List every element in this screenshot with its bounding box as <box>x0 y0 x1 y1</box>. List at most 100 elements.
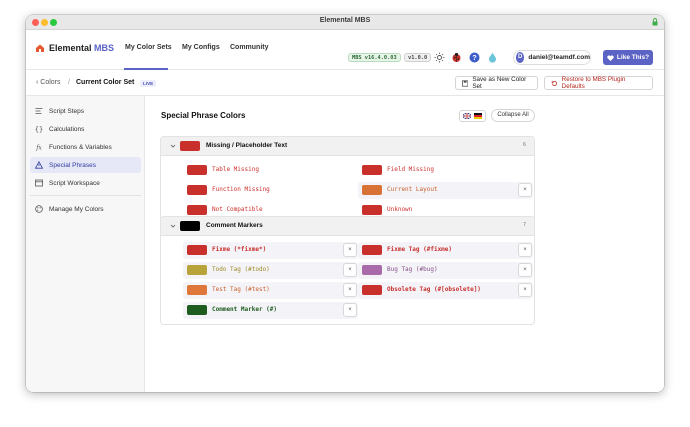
sidebar-divider <box>30 195 141 196</box>
language-toggle[interactable] <box>459 110 486 122</box>
color-swatch[interactable] <box>362 285 382 295</box>
sidebar-item-manage-colors[interactable]: Manage My Colors <box>30 201 141 217</box>
phrase-text: Field Missing <box>387 166 434 173</box>
remove-override-button[interactable]: × <box>343 303 357 317</box>
color-swatch[interactable] <box>362 265 382 275</box>
group-color-swatch[interactable] <box>180 221 200 231</box>
like-this-button[interactable]: Like This? <box>603 50 653 65</box>
sidebar-item-calculations[interactable]: {} Calculations <box>30 121 141 137</box>
color-swatch[interactable] <box>362 165 382 175</box>
drop-icon[interactable] <box>487 52 498 63</box>
phrase-text: Test Tag (#test) <box>212 286 270 293</box>
color-swatch[interactable] <box>362 245 382 255</box>
phrase-row: Current Layout × <box>358 182 533 199</box>
remove-override-button[interactable]: × <box>518 243 532 257</box>
color-swatch[interactable] <box>187 285 207 295</box>
brand-name: Elemental <box>49 43 92 53</box>
color-swatch[interactable] <box>187 165 207 175</box>
group-count: 7 <box>522 222 526 228</box>
save-icon <box>462 79 469 87</box>
remove-override-button[interactable]: × <box>343 243 357 257</box>
collapse-all-button[interactable]: Collapse All <box>491 109 535 122</box>
brand-logo[interactable]: Elemental MBS <box>35 43 114 53</box>
group-label: Missing / Placeholder Text <box>206 142 288 149</box>
phrase-row: Todo Tag (#todo) × <box>183 262 358 279</box>
group-count: 6 <box>522 142 526 148</box>
color-swatch[interactable] <box>362 185 382 195</box>
remove-override-button[interactable]: × <box>518 283 532 297</box>
save-as-new-button[interactable]: Save as New Color Set <box>455 76 538 90</box>
svg-text:?: ? <box>472 55 476 62</box>
restore-defaults-button[interactable]: Restore to MBS Plugin Defaults <box>544 76 653 90</box>
chevron-down-icon[interactable] <box>170 223 176 229</box>
group-color-swatch[interactable] <box>180 141 200 151</box>
breadcrumb: ‹ Colors / Current Color Set LIVE Save a… <box>26 70 664 96</box>
phrase-row: Fixme (*fixme*) × <box>183 242 358 259</box>
phrase-row: Comment Marker (#) × <box>183 302 358 319</box>
ladybug-icon[interactable] <box>451 52 462 63</box>
phrase-text: Unknown <box>387 206 413 213</box>
color-swatch[interactable] <box>187 205 207 215</box>
remove-override-button[interactable]: × <box>343 263 357 277</box>
window-icon <box>35 179 43 187</box>
app-version-badge: v1.0.0 <box>404 53 432 62</box>
title-bar: Elemental MBS <box>26 15 664 30</box>
like-this-label: Like This? <box>616 54 650 61</box>
warning-icon <box>35 161 43 169</box>
palette-icon <box>35 205 43 213</box>
german-flag-icon[interactable] <box>474 113 482 119</box>
phrase-row: Field Missing <box>358 162 533 179</box>
phrase-text: Current Layout <box>387 186 438 193</box>
phrase-text: Table Missing <box>212 166 259 173</box>
lock-icon <box>652 18 658 26</box>
phrase-row: Function Missing <box>183 182 358 199</box>
breadcrumb-separator: / <box>68 79 70 86</box>
group-header[interactable]: Missing / Placeholder Text 6 <box>161 137 534 156</box>
remove-override-button[interactable]: × <box>343 283 357 297</box>
phrase-text: Function Missing <box>212 186 270 193</box>
remove-override-button[interactable]: × <box>518 183 532 197</box>
user-email: daniel@teamdf.com <box>528 54 590 61</box>
page-title: Special Phrase Colors <box>161 111 246 120</box>
help-icon[interactable]: ? <box>469 52 480 63</box>
list-icon <box>35 108 43 114</box>
phrase-text: Not Compatible <box>212 206 263 213</box>
sidebar-item-script-workspace[interactable]: Script Workspace <box>30 175 141 191</box>
phrase-text: Todo Tag (#todo) <box>212 266 270 273</box>
phrase-row: Bug Tag (#bug) × <box>358 262 533 279</box>
phrase-group-panel: Comment Markers 7 Fixme (*fixme*) × Fixme Ta… <box>160 216 535 325</box>
sidebar-item-script-steps[interactable]: Script Steps <box>30 103 141 119</box>
live-badge: LIVE <box>140 80 157 87</box>
breadcrumb-current: Current Color Set <box>76 79 135 86</box>
group-header[interactable]: Comment Markers 7 <box>161 217 534 236</box>
tab-community[interactable]: Community <box>230 44 269 51</box>
top-navigation: Elemental MBS My Color Sets My Configs C… <box>26 30 664 70</box>
user-account-button[interactable]: D daniel@teamdf.com <box>513 50 591 65</box>
main-content: Special Phrase Colors Collapse All Missi… <box>146 96 664 392</box>
tab-my-configs[interactable]: My Configs <box>182 44 220 51</box>
chevron-down-icon[interactable] <box>170 143 176 149</box>
app-window: Elemental MBS Elemental MBS My Color Set… <box>26 15 664 392</box>
sidebar-item-functions[interactable]: fx Functions & Variables <box>30 139 141 155</box>
uk-flag-icon[interactable] <box>463 113 471 119</box>
phrase-text: Comment Marker (#) <box>212 306 278 313</box>
tab-my-color-sets[interactable]: My Color Sets <box>125 44 172 51</box>
braces-icon: {} <box>35 126 43 134</box>
phrase-row: Fixme Tag (#fixme) × <box>358 242 533 259</box>
color-swatch[interactable] <box>362 205 382 215</box>
svg-text:{}: {} <box>35 126 43 134</box>
phrase-group-panel: Missing / Placeholder Text 6 Table Missing… <box>160 136 535 225</box>
phrase-text: Fixme (*fixme*) <box>212 246 267 253</box>
color-swatch[interactable] <box>187 245 207 255</box>
group-label: Comment Markers <box>206 222 263 229</box>
breadcrumb-back-link[interactable]: ‹ Colors <box>36 79 61 86</box>
color-swatch[interactable] <box>187 185 207 195</box>
color-swatch[interactable] <box>187 305 207 315</box>
phrase-text: Obsolete Tag (#[obsolete]) <box>387 286 481 293</box>
color-swatch[interactable] <box>187 265 207 275</box>
restore-icon <box>551 80 557 86</box>
sun-icon[interactable] <box>434 52 445 63</box>
heart-icon <box>607 54 614 61</box>
sidebar-item-special-phrases[interactable]: Special Phrases <box>30 157 141 173</box>
remove-override-button[interactable]: × <box>518 263 532 277</box>
